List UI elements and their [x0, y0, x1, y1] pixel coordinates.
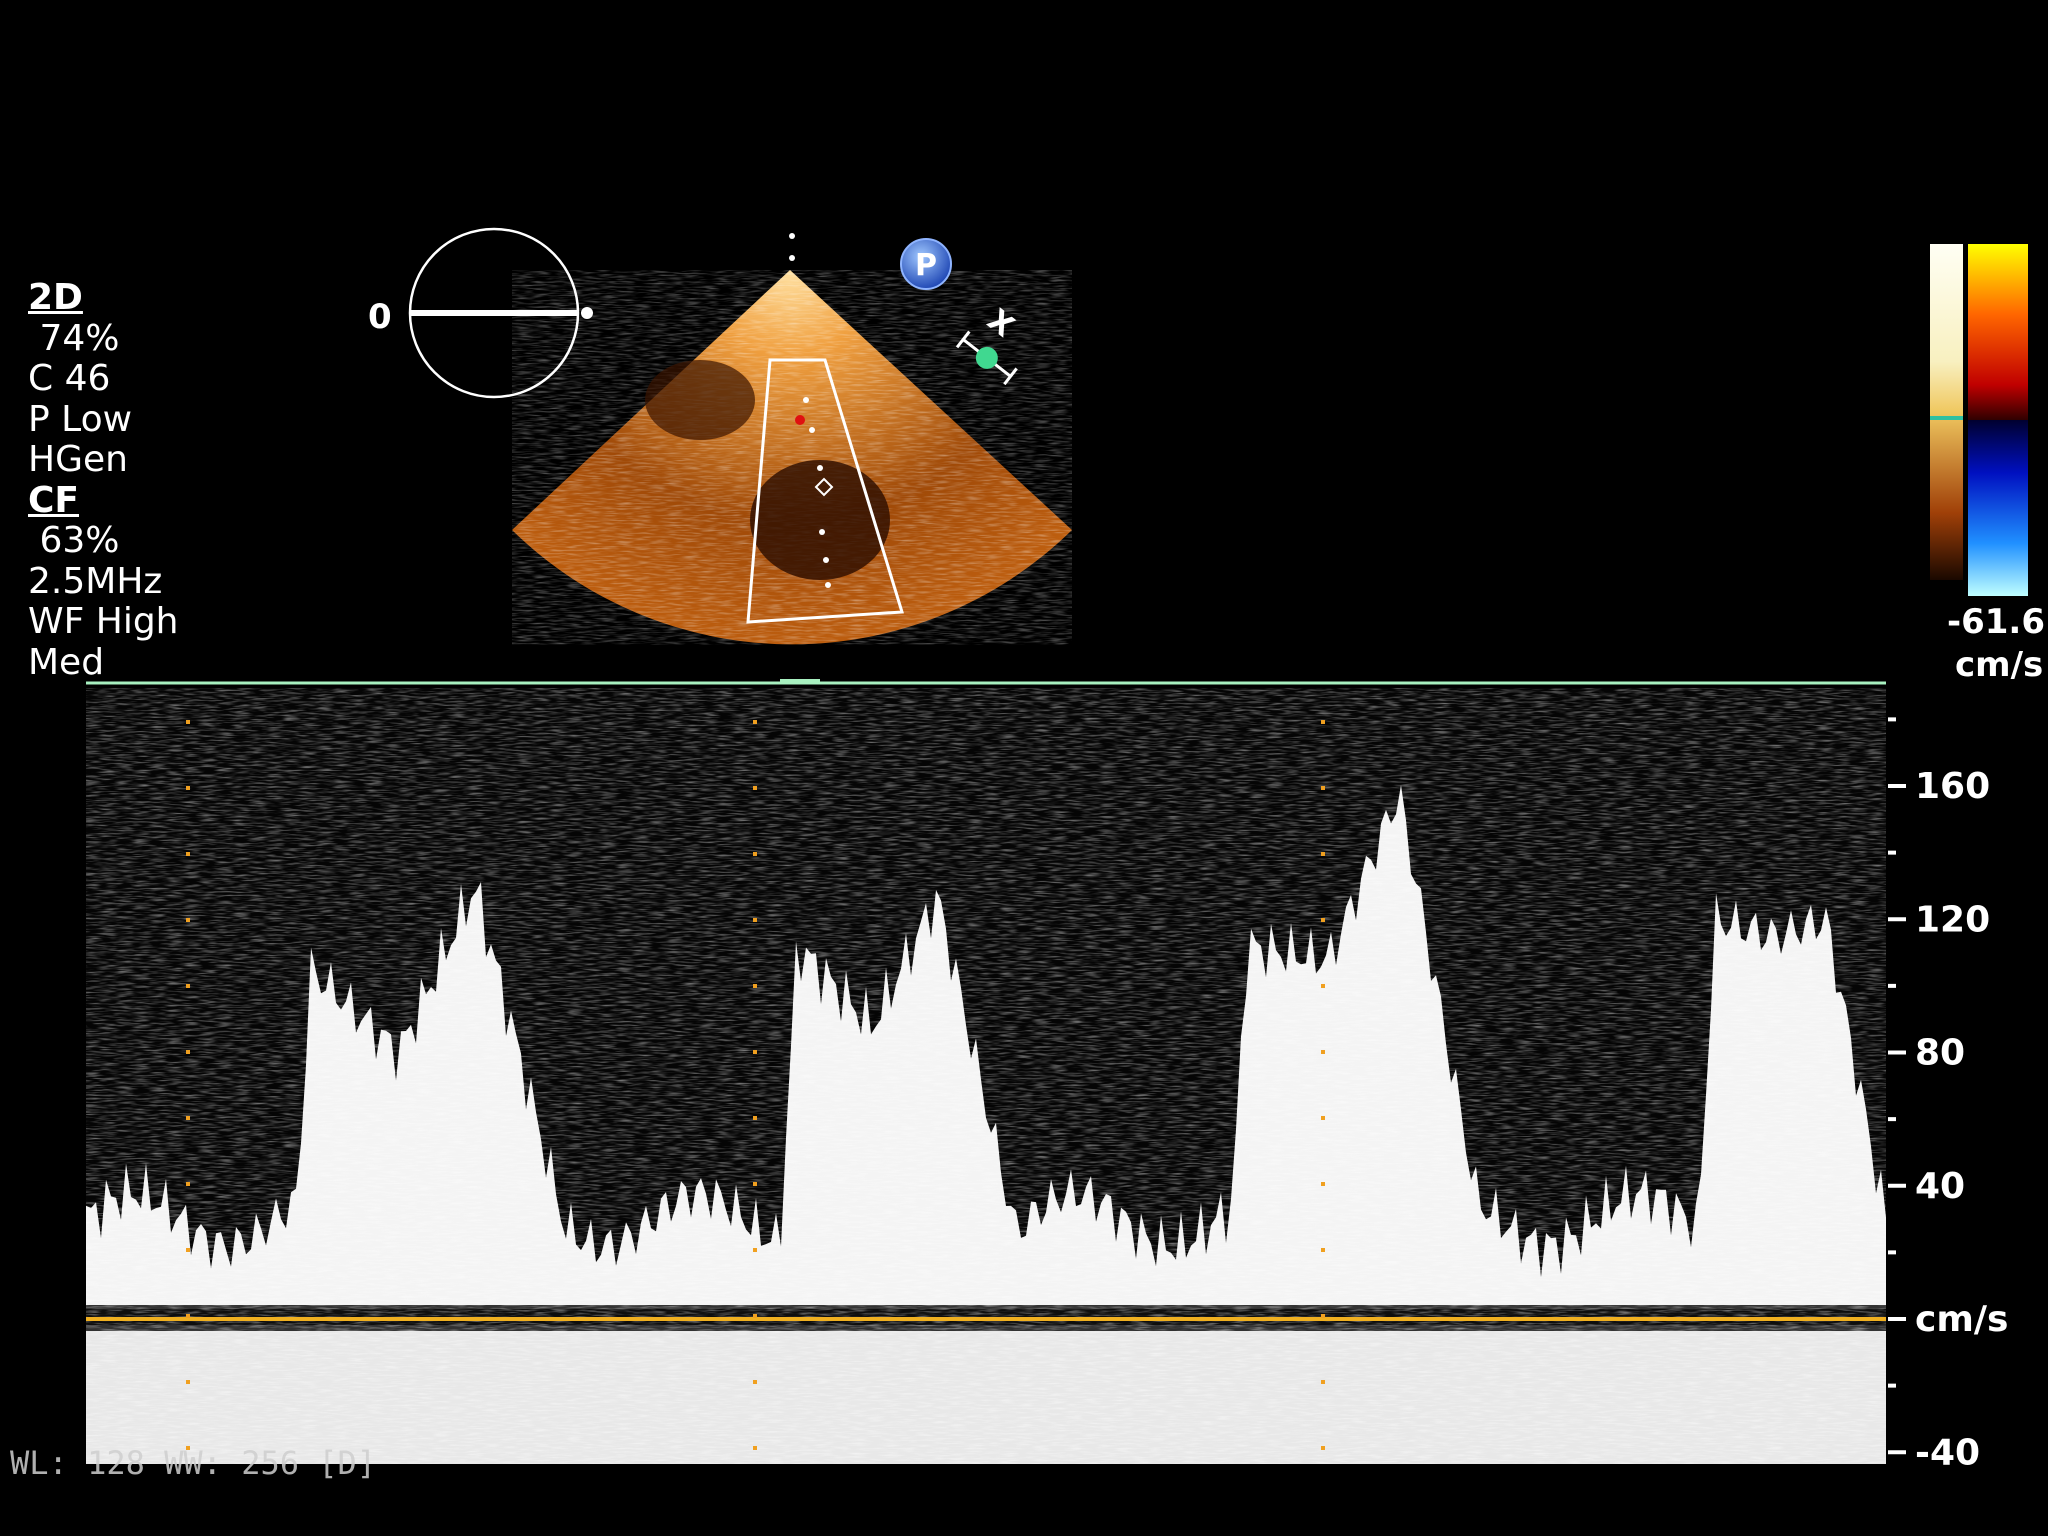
time-marker-dot — [186, 786, 190, 790]
time-marker-dot — [753, 1380, 757, 1384]
color-scale-unit: cm/s — [1955, 645, 2044, 685]
time-marker-dot — [186, 720, 190, 724]
time-marker-dot — [186, 1380, 190, 1384]
probe-angle-label: 0 — [368, 297, 392, 337]
axis-label: 160 — [1915, 766, 1990, 807]
svg-text:X: X — [981, 303, 1021, 345]
time-marker-dot — [1321, 1182, 1325, 1186]
focus-marker-icon: X — [955, 303, 1021, 386]
mode-separator-line — [86, 679, 1886, 685]
setting-4: HGen — [28, 439, 128, 480]
time-marker-dot — [753, 720, 757, 724]
probe-orientation-icon — [408, 227, 593, 399]
setting-3: P Low — [28, 398, 133, 440]
time-marker-dot — [753, 1446, 757, 1450]
time-marker-dot — [186, 1314, 190, 1318]
time-marker-dot — [753, 1314, 757, 1318]
time-marker-dot — [186, 1116, 190, 1120]
time-marker-dot — [1321, 1248, 1325, 1252]
velocity-axis: 160 120 80 40 cm/s -40 — [1888, 717, 2008, 1473]
axis-label: 80 — [1915, 1033, 1965, 1074]
time-marker-dot — [1321, 1116, 1325, 1120]
time-marker-dot — [753, 1182, 757, 1186]
color-scale-bar — [1930, 244, 2028, 596]
acquisition-settings-panel: 2D 74% C 46 P Low HGen CF 63% 2.5MHz WF High Me… — [28, 277, 179, 683]
time-marker-dot — [186, 984, 190, 988]
time-marker-dot — [753, 1116, 757, 1120]
time-marker-dot — [186, 1182, 190, 1186]
time-marker-dot — [1321, 984, 1325, 988]
time-marker-dot — [1321, 786, 1325, 790]
setting-2: C 46 — [28, 358, 111, 399]
time-marker-dot — [753, 918, 757, 922]
time-marker-dot — [753, 984, 757, 988]
time-marker-dot — [753, 786, 757, 790]
time-marker-dot — [1321, 1446, 1325, 1450]
axis-label: cm/s — [1915, 1299, 2008, 1340]
setting-9: Med — [28, 641, 105, 683]
setting-5: CF — [28, 479, 80, 521]
svg-text:P: P — [915, 248, 937, 283]
time-marker-dot — [186, 918, 190, 922]
time-marker-dot — [186, 1050, 190, 1054]
axis-label: 40 — [1915, 1166, 1965, 1207]
setting-8: WF High — [28, 601, 179, 642]
time-marker-dot — [1321, 1314, 1325, 1318]
setting-6: 63% — [28, 520, 120, 561]
time-marker-dot — [753, 852, 757, 856]
time-marker-dot — [1321, 852, 1325, 856]
ultrasound-viewport: 0 P X 1601208040cm/s-40 — [86, 227, 2028, 1473]
time-marker-dot — [1321, 918, 1325, 922]
time-marker-dot — [1321, 1050, 1325, 1054]
window-level-readout: WL: 128 WW: 256 [D] — [10, 1444, 377, 1482]
axis-label: -40 — [1915, 1432, 1980, 1473]
axis-label: 120 — [1915, 899, 1990, 940]
p-marker-icon: P — [900, 238, 952, 290]
time-marker-dot — [186, 852, 190, 856]
setting-1: 74% — [28, 317, 120, 359]
time-marker-dot — [1321, 1380, 1325, 1384]
time-marker-dot — [753, 1248, 757, 1252]
time-marker-dot — [1321, 720, 1325, 724]
color-scale-value: -61.6 — [1947, 602, 2045, 642]
spectral-doppler-display: 160 120 80 40 cm/s -40 — [86, 688, 2008, 1473]
time-marker-dot — [753, 1050, 757, 1054]
time-marker-dot — [186, 1248, 190, 1252]
setting-7: 2.5MHz — [28, 560, 163, 602]
setting-0: 2D — [28, 277, 83, 318]
